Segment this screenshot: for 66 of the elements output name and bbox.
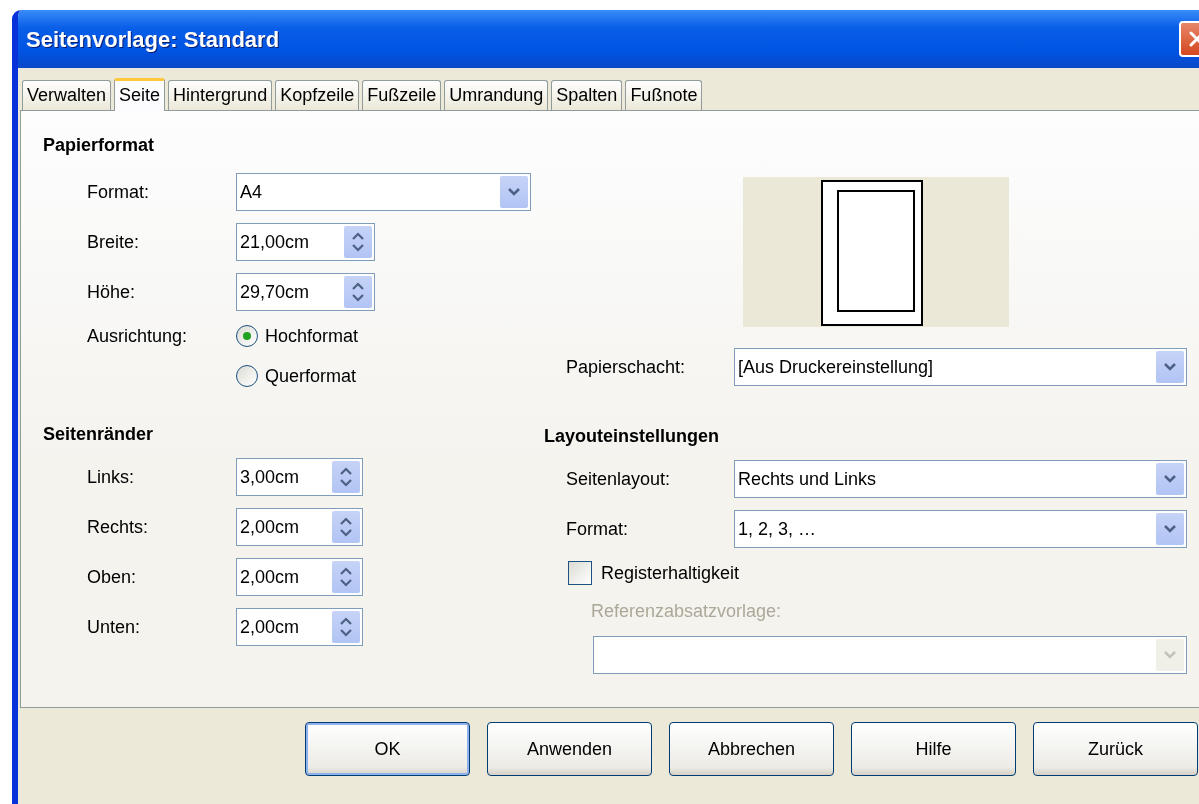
dialog-button[interactable]: Zurück — [1033, 722, 1198, 776]
spin-field[interactable]: 29,70cm — [236, 273, 375, 311]
tab[interactable]: Umrandung — [444, 80, 549, 110]
spin-arrows-icon — [339, 566, 353, 588]
dialog-button[interactable]: Anwenden — [487, 722, 652, 776]
section-heading: Papierformat — [43, 134, 156, 157]
field-label: Referenzabsatzvorlage: — [591, 600, 782, 623]
spin-field[interactable]: 21,00cm — [236, 223, 375, 261]
spin-button[interactable] — [344, 226, 372, 258]
spin-arrows-icon — [339, 616, 353, 638]
field-label: Papierschacht: — [566, 355, 687, 379]
dialog-button[interactable]: OK — [305, 722, 470, 776]
checkbox-label[interactable]: Registerhaltigkeit — [601, 559, 740, 587]
spin-arrows-icon — [339, 466, 353, 488]
spin-arrows-icon — [351, 281, 365, 303]
dialog-button[interactable]: Hilfe — [851, 722, 1016, 776]
chevron-down-icon — [1163, 524, 1177, 534]
field-label: Rechts: — [87, 515, 150, 539]
spin-field[interactable]: 2,00cm — [236, 508, 363, 546]
field-label: Oben: — [87, 565, 138, 589]
spin-field[interactable]: 3,00cm — [236, 458, 363, 496]
chevron-down-icon — [507, 187, 521, 197]
radio-button[interactable] — [236, 325, 258, 347]
tray-dropdown[interactable]: [Aus Druckereinstellung] — [734, 348, 1187, 386]
field-label: Seitenlayout: — [566, 467, 672, 491]
field-label: Höhe: — [87, 280, 137, 304]
dropdown-button[interactable] — [1156, 351, 1184, 383]
spin-arrows-icon — [351, 231, 365, 253]
numbering-dropdown[interactable]: 1, 2, 3, … — [734, 510, 1187, 548]
spin-button[interactable] — [332, 561, 360, 593]
tab[interactable]: Fußzeile — [362, 80, 442, 110]
dialog-button[interactable]: Abbrechen — [669, 722, 834, 776]
window-title: Seitenvorlage: Standard — [26, 25, 280, 54]
tab[interactable]: Kopfzeile — [275, 80, 360, 110]
field-label: Format: — [87, 180, 150, 204]
section-heading: Seitenränder — [43, 423, 155, 446]
layout-dropdown[interactable]: Rechts und Links — [734, 460, 1187, 498]
spin-button[interactable] — [344, 276, 372, 308]
checkbox[interactable] — [568, 561, 592, 585]
tab[interactable]: Hintergrund — [168, 80, 273, 110]
tab[interactable]: Spalten — [551, 80, 623, 110]
spin-button[interactable] — [332, 611, 360, 643]
tab[interactable]: Fußnote — [625, 80, 703, 110]
spin-arrows-icon — [339, 516, 353, 538]
dropdown-button[interactable] — [1156, 463, 1184, 495]
field-label: Format: — [566, 517, 629, 541]
spin-button[interactable] — [332, 511, 360, 543]
spin-button[interactable] — [332, 461, 360, 493]
field-label: Links: — [87, 465, 136, 489]
radio-button[interactable] — [236, 365, 258, 387]
field-label: Ausrichtung: — [87, 324, 189, 348]
field-label: Unten: — [87, 615, 142, 639]
field-label: Breite: — [87, 230, 141, 254]
section-heading: Layouteinstellungen — [544, 425, 721, 448]
chevron-down-icon — [1163, 362, 1177, 372]
format-dropdown[interactable]: A4 — [236, 173, 531, 211]
chevron-down-icon — [1163, 650, 1177, 660]
spin-field[interactable]: 2,00cm — [236, 608, 363, 646]
dropdown-button[interactable] — [1156, 513, 1184, 545]
radio-label[interactable]: Hochformat — [265, 322, 359, 350]
chevron-down-icon — [1163, 474, 1177, 484]
tab[interactable]: Verwalten — [22, 80, 112, 110]
dropdown-button[interactable] — [500, 176, 528, 208]
tab[interactable]: Seite — [114, 78, 166, 111]
spin-field[interactable]: 2,00cm — [236, 558, 363, 596]
radio-label[interactable]: Querformat — [265, 362, 357, 390]
